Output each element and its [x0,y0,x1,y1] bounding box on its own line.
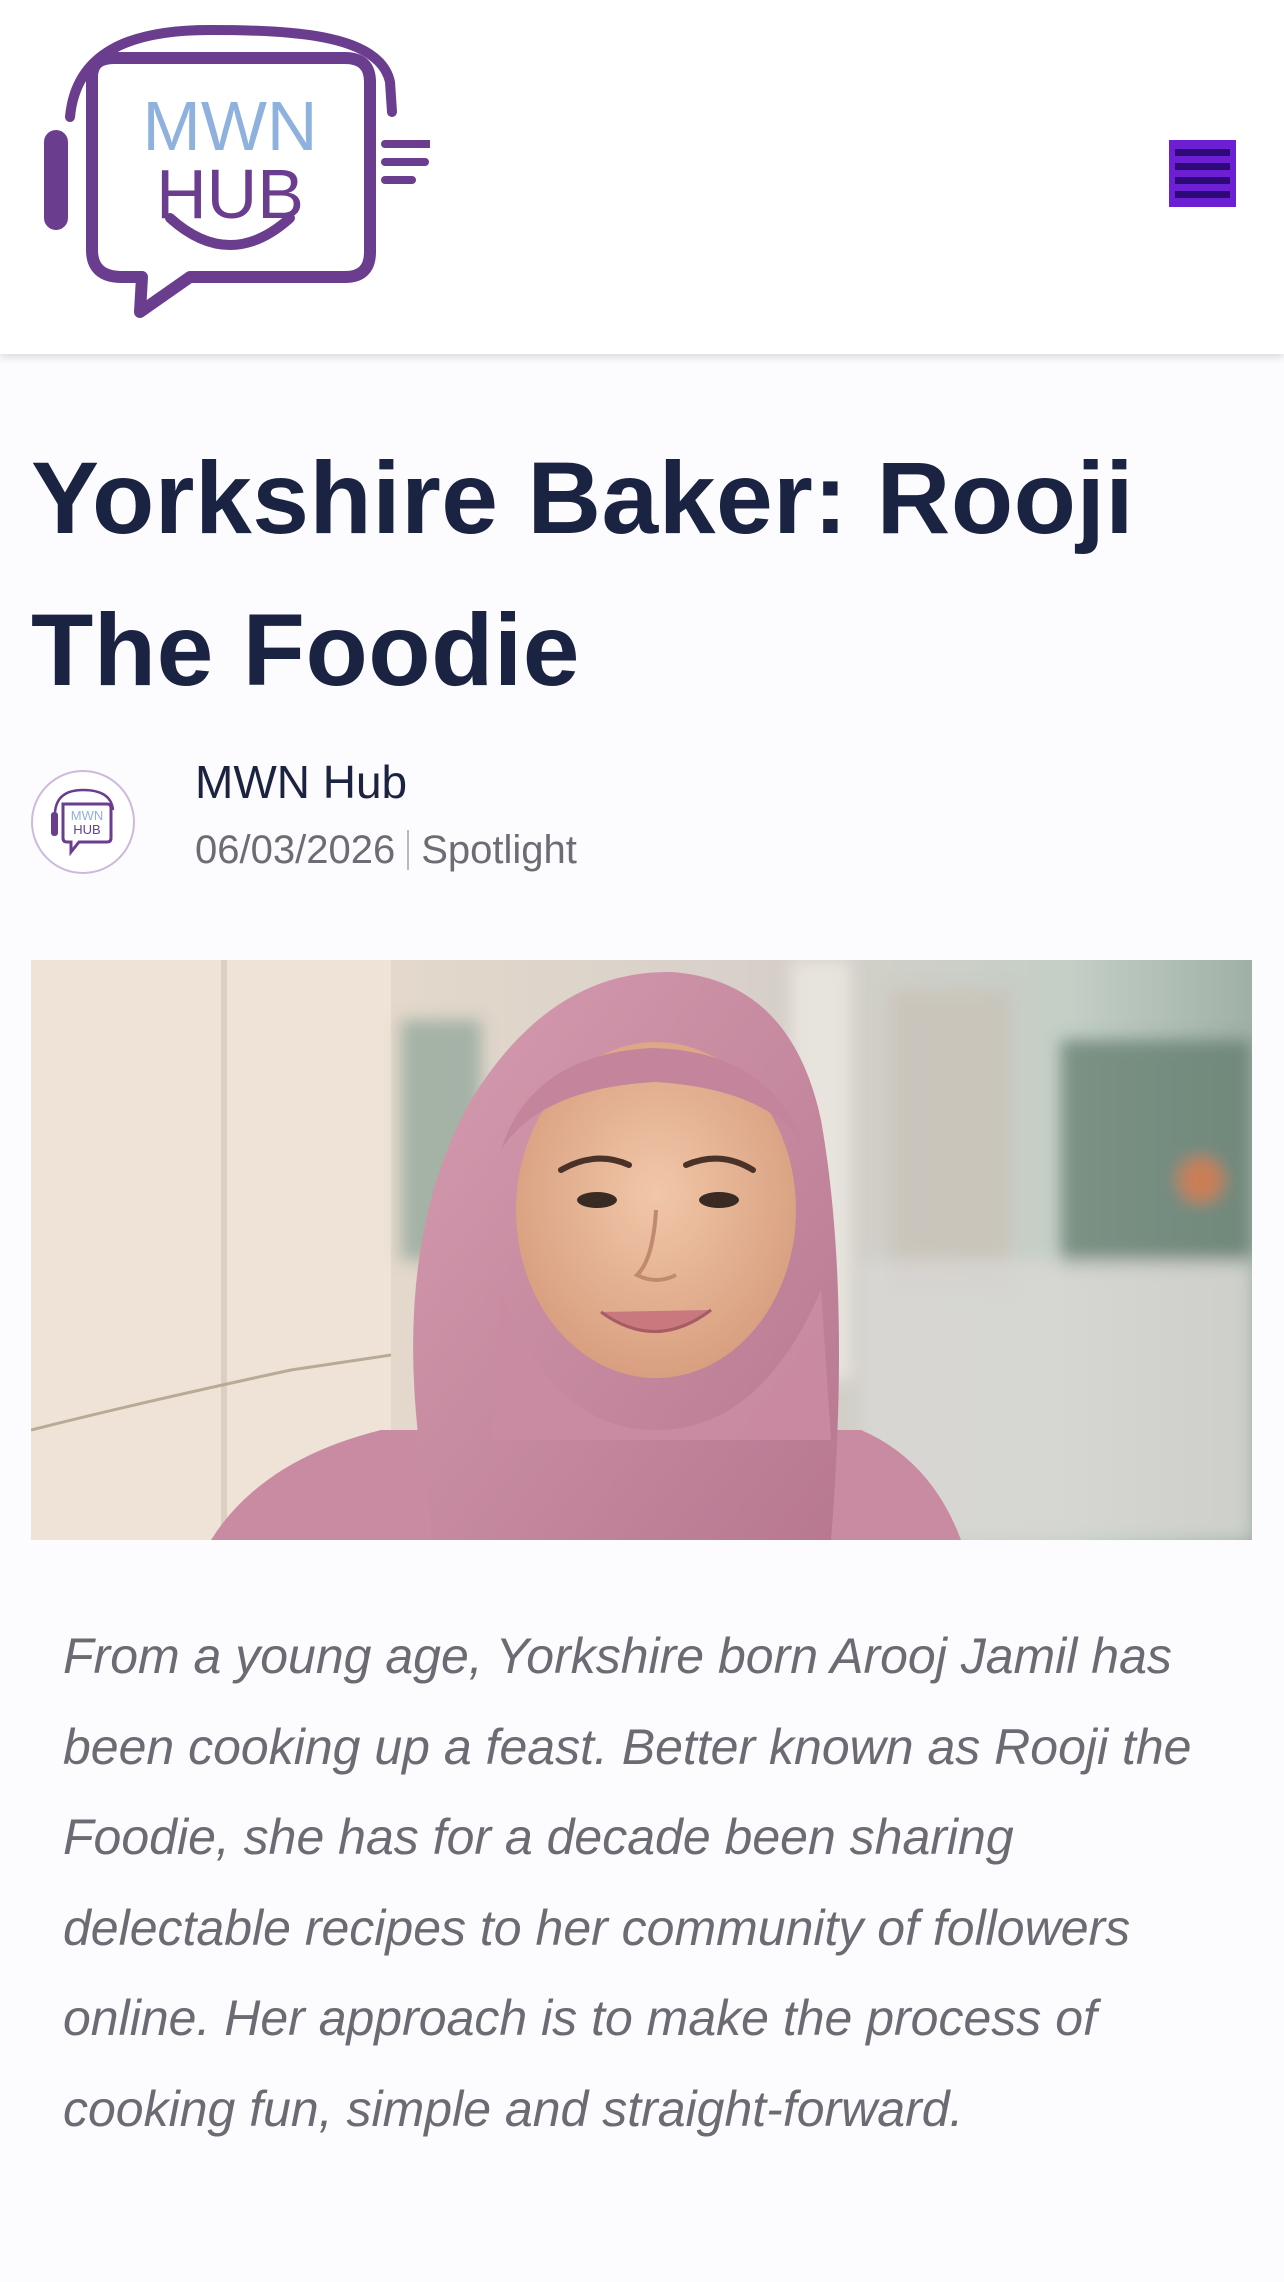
category-link[interactable]: Spotlight [421,822,577,878]
hamburger-menu-icon-bar [1175,191,1230,198]
author-name-link[interactable]: MWN Hub [195,753,407,811]
article-title: Yorkshire Baker: Rooji The Foodie [31,441,1135,707]
hamburger-menu-button[interactable] [1169,140,1236,207]
svg-text:MWN: MWN [71,808,104,823]
meta-divider [407,830,410,870]
author-avatar[interactable]: MWN HUB [31,770,135,874]
article-intro: From a young age, Yorkshire born Arooj J… [63,1628,1192,2137]
mwn-hub-logo-icon: MWN HUB [44,24,436,318]
hero-image [31,960,1252,1540]
svg-text:HUB: HUB [73,822,100,837]
article-meta: 06/03/2026 Spotlight [195,822,577,878]
site-logo[interactable]: MWN HUB [40,22,436,324]
mwn-hub-avatar-icon: MWN HUB [51,788,115,857]
portrait-photo [31,960,1252,1540]
article-date: 06/03/2026 [195,828,396,872]
svg-text:MWN: MWN [143,87,318,165]
hamburger-menu-icon-bar [1175,149,1230,156]
site-header: MWN HUB [0,0,1284,354]
hamburger-menu-icon-bar [1175,163,1230,170]
hamburger-menu-icon-bar [1175,177,1230,184]
